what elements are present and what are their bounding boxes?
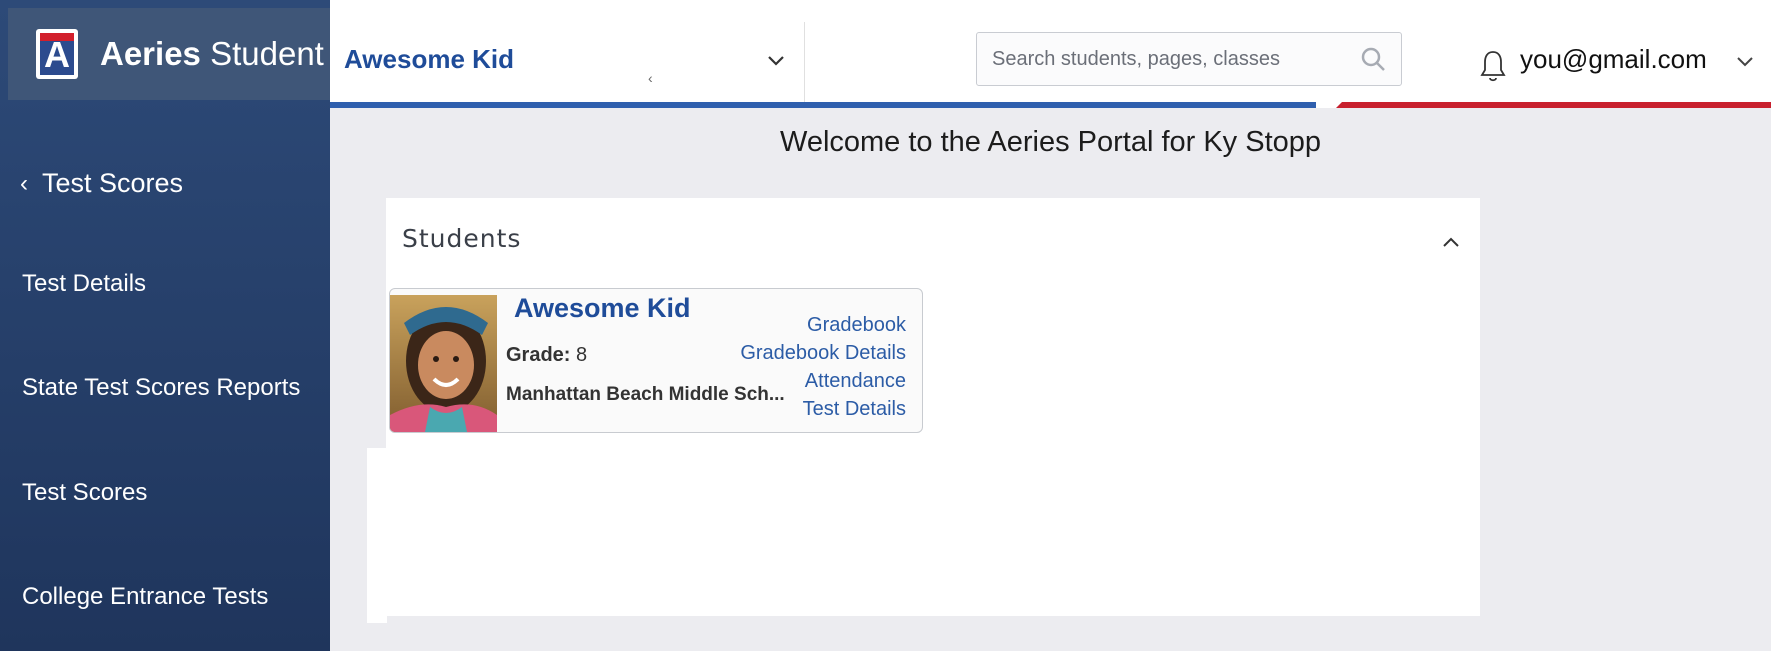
panel-title: Students [402,224,522,253]
sidebar-item-test-details[interactable]: Test Details [22,270,146,298]
user-menu-chevron-down-icon[interactable] [1736,48,1754,74]
aeries-logo: A [36,29,78,79]
sidebar-item-college-entrance-tests[interactable]: College Entrance Tests [22,583,268,611]
chevron-left-icon: ‹ [20,169,28,197]
search-icon[interactable] [1359,45,1387,73]
page-title: Welcome to the Aeries Portal for Ky Stop… [779,126,1322,158]
link-attendance[interactable]: Attendance [740,367,906,395]
student-selector[interactable]: Awesome Kid [344,44,514,75]
divider [804,22,805,102]
brand-header[interactable]: A Aeries Student [8,8,330,100]
main-content: Welcome to the Aeries Portal for Ky Stop… [330,108,1771,651]
link-test-details[interactable]: Test Details [740,395,906,423]
student-card-grade: Grade: 8 [506,344,588,366]
link-gradebook-details[interactable]: Gradebook Details [740,339,906,367]
card-extension [367,448,387,623]
brand-name: Aeries Student [100,35,324,72]
student-card-name[interactable]: Awesome Kid [514,293,691,324]
student-card[interactable]: Awesome Kid Grade: 8 Manhattan Beach Mid… [389,288,923,433]
tiny-mark: ‹ [648,70,653,86]
link-gradebook[interactable]: Gradebook [740,311,906,339]
back-link-test-scores[interactable]: ‹ Test Scores [20,168,183,199]
sidebar: A Aeries Student ‹ Test Scores Test Deta… [0,0,330,651]
chevron-down-icon[interactable] [766,44,786,75]
user-email[interactable]: you@gmail.com [1520,44,1707,75]
student-card-links: Gradebook Gradebook Details Attendance T… [740,311,906,423]
students-panel: Students Awesome Kid Grade: 8 Manhattan … [386,198,1480,616]
sidebar-item-state-test-scores-reports[interactable]: State Test Scores Reports [22,374,300,402]
search-input[interactable] [992,47,1352,71]
top-header: Awesome Kid ‹ you@gmail.com [330,0,1771,108]
search-box[interactable] [976,32,1402,86]
student-photo[interactable] [390,295,497,433]
bell-icon[interactable] [1478,48,1508,84]
sidebar-item-test-scores[interactable]: Test Scores [22,479,147,507]
chevron-up-icon[interactable] [1442,228,1460,254]
